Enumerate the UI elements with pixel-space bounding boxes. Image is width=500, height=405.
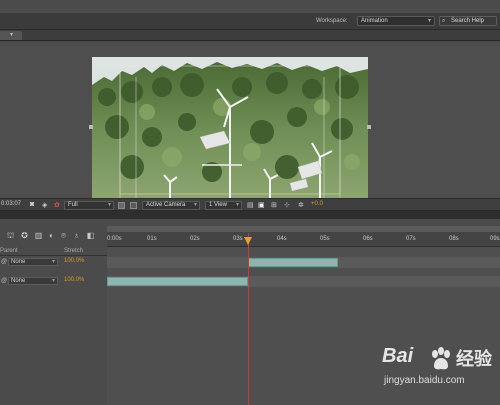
chevron-down-icon: ▾ xyxy=(235,202,239,208)
work-area-bar[interactable] xyxy=(107,226,500,232)
resolution-select[interactable]: Full ▾ xyxy=(64,201,114,210)
graph-editor-icon[interactable]: ⌾ xyxy=(59,232,68,240)
layer-track[interactable] xyxy=(107,276,500,287)
ruler-label: 07s xyxy=(406,236,416,242)
layer-row[interactable]: @ None ▾ 100.0% xyxy=(0,276,107,287)
current-time-indicator[interactable] xyxy=(244,237,252,245)
composition-frame-image xyxy=(92,57,368,199)
color-channel-icon[interactable]: ✿ xyxy=(54,201,60,209)
toggle-pixel-aspect-icon[interactable]: ▤ xyxy=(247,201,254,209)
stretch-value[interactable]: 100.0% xyxy=(64,258,84,264)
parent-value: None xyxy=(11,259,26,265)
ruler-label: 05s xyxy=(320,236,330,242)
resolution-value: Full xyxy=(68,202,78,208)
chevron-down-icon: ▾ xyxy=(51,278,55,284)
watermark-url: jingyan.baidu.com xyxy=(384,375,465,386)
fast-preview-icon[interactable]: ▣ xyxy=(258,201,265,209)
pickwhip-icon[interactable]: @ xyxy=(1,259,7,265)
draft-3d-icon[interactable]: ◧ xyxy=(86,232,95,240)
camera-view-select[interactable]: Active Camera ▾ xyxy=(142,201,200,210)
ruler-label: 06s xyxy=(363,236,373,242)
brainstorm-icon[interactable]: ♁ xyxy=(72,232,81,240)
show-channel-icon[interactable]: ◈ xyxy=(42,201,47,209)
panel-tab-row: ▾ xyxy=(0,30,500,41)
flowchart-icon[interactable]: ⊹ xyxy=(284,201,290,209)
chevron-down-icon: ▾ xyxy=(51,259,55,265)
ruler-label: 02s xyxy=(190,236,200,242)
ruler-label: 08s xyxy=(449,236,459,242)
composition-tab[interactable]: ▾ xyxy=(0,31,22,40)
parent-column-header[interactable]: Parent xyxy=(0,248,18,254)
watermark-brand: Bai xyxy=(382,345,414,367)
chevron-down-icon: ▾ xyxy=(427,18,431,24)
parent-select[interactable]: None ▾ xyxy=(8,277,58,285)
current-time-indicator-line xyxy=(248,233,249,405)
workspace-value: Animation xyxy=(361,18,388,24)
watermark-brand-cn: 经验 xyxy=(456,349,492,369)
stretch-column-header[interactable]: Stretch xyxy=(64,248,83,254)
layer-row[interactable]: @ None ▾ 100.0% xyxy=(0,257,107,268)
timeline-icon[interactable]: ⊞ xyxy=(271,201,277,209)
exposure-value[interactable]: +0.0 xyxy=(311,201,323,209)
search-help-field[interactable]: ⌕ Search Help xyxy=(439,16,497,26)
layer-duration-bar[interactable] xyxy=(107,277,248,286)
transparency-grid-icon[interactable] xyxy=(130,202,137,209)
workspace-label: Workspace: xyxy=(316,18,348,24)
layer-track[interactable] xyxy=(107,257,500,268)
timeline-switches-toolbar: ⛫ ✪ ▥ ◐ ⌾ ♁ ◧ xyxy=(0,226,107,247)
view-layout-select[interactable]: 1 View ▾ xyxy=(205,201,242,210)
comp-mini-flowchart-icon[interactable]: ⛫ xyxy=(6,232,15,240)
ruler-label: 0:00s xyxy=(107,236,122,242)
after-effects-window: Workspace: Animation ▾ ⌕ Search Help ▾ 0… xyxy=(0,0,500,405)
wind-turbines-scene xyxy=(92,57,368,199)
pickwhip-icon[interactable]: @ xyxy=(1,278,7,284)
chevron-down-icon: ▾ xyxy=(193,202,197,208)
view-layout-value: 1 View xyxy=(209,202,227,208)
stretch-value[interactable]: 100.0% xyxy=(64,277,84,283)
ruler-label: 01s xyxy=(147,236,157,242)
chevron-down-icon: ▾ xyxy=(107,202,111,208)
snapshot-icon[interactable]: ◙ xyxy=(30,201,34,209)
workspace-bar: Workspace: Animation ▾ ⌕ Search Help xyxy=(0,13,500,30)
viewer-toolbar: 0:03:07 ◙ ◈ ✿ Full ▾ Active Camera ▾ 1 V… xyxy=(0,198,500,211)
workspace-select[interactable]: Animation ▾ xyxy=(357,16,435,26)
exposure-icon[interactable]: ✲ xyxy=(298,201,304,209)
frame-handle-left[interactable] xyxy=(89,125,93,129)
ruler-label: 03s xyxy=(233,236,243,242)
camera-view-value: Active Camera xyxy=(146,202,186,208)
panel-divider[interactable] xyxy=(0,211,500,219)
current-timecode[interactable]: 0:03:07 xyxy=(1,201,21,209)
ruler-label: 04s xyxy=(277,236,287,242)
motion-blur-icon[interactable]: ◐ xyxy=(47,232,56,240)
baidu-paw-logo-icon xyxy=(432,347,450,370)
parent-value: None xyxy=(11,278,26,284)
search-placeholder: Search Help xyxy=(451,18,485,24)
region-of-interest-icon[interactable] xyxy=(118,202,125,209)
ruler-label: 09s xyxy=(490,236,500,242)
frame-blending-icon[interactable]: ▥ xyxy=(34,232,43,240)
shy-layers-icon[interactable]: ✪ xyxy=(20,232,29,240)
parent-select[interactable]: None ▾ xyxy=(8,258,58,266)
layer-column-headers: Parent Stretch xyxy=(0,247,107,256)
search-icon: ⌕ xyxy=(442,18,446,24)
baidu-jingyan-watermark: Bai 经验 jingyan.baidu.com xyxy=(382,345,492,395)
layer-duration-bar[interactable] xyxy=(248,258,338,267)
tab-menu-icon: ▾ xyxy=(10,32,14,38)
frame-handle-right[interactable] xyxy=(367,125,371,129)
